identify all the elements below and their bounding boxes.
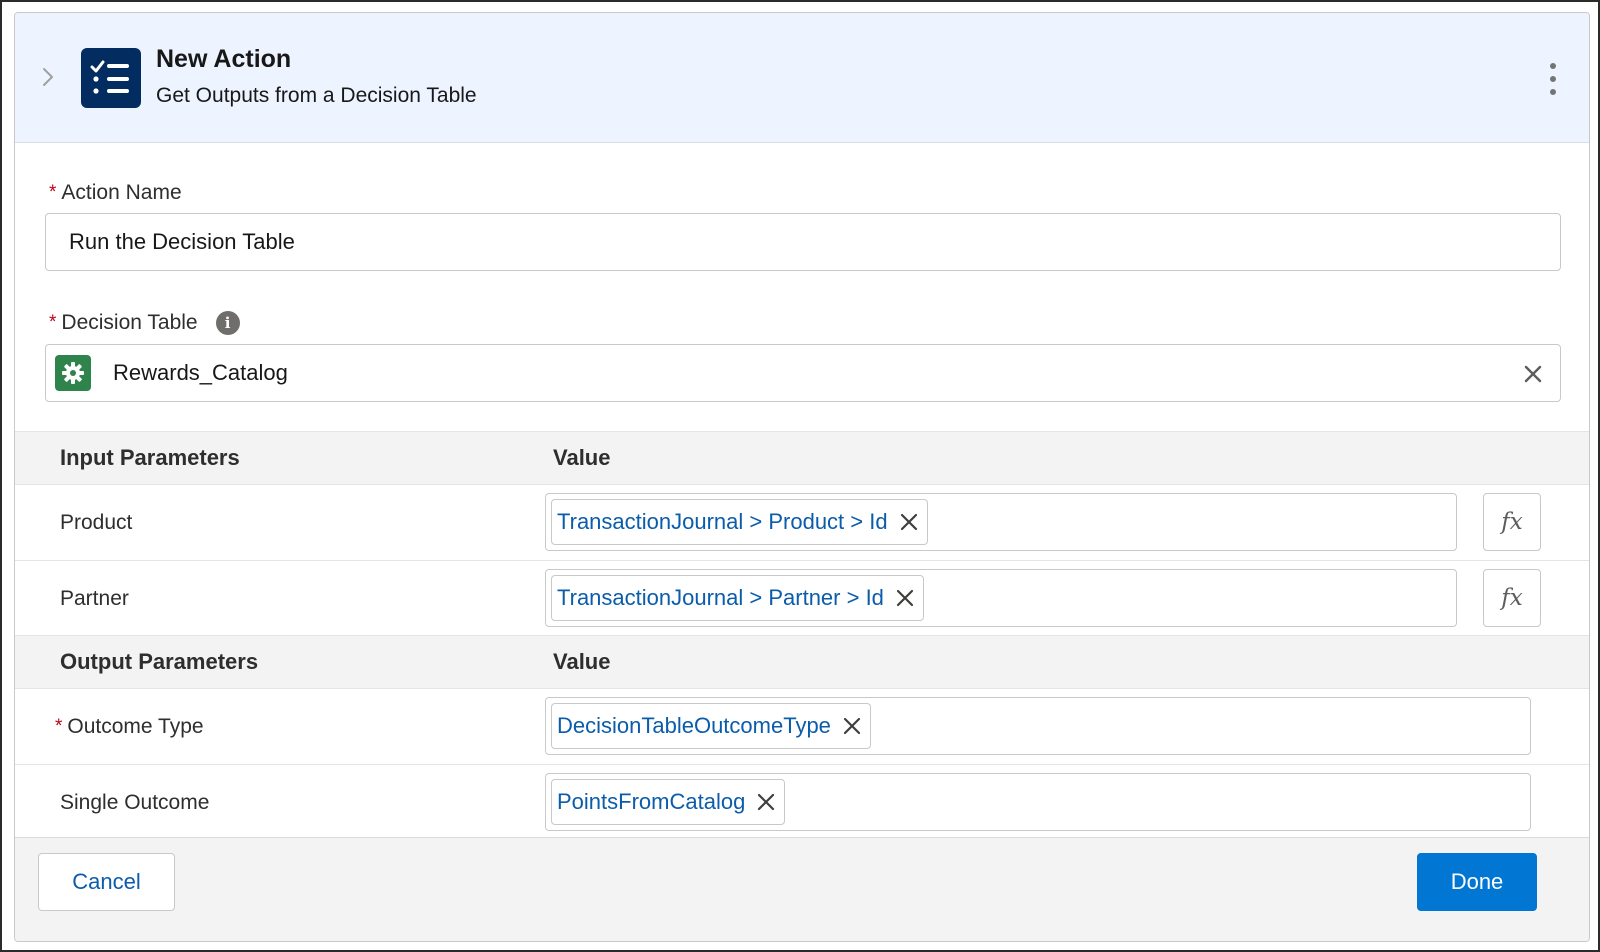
output-parameters-header: Output Parameters Value [15,635,1589,689]
param-label-single-outcome: Single Outcome [60,791,210,814]
decision-table-lookup[interactable]: Rewards_Catalog [45,344,1561,402]
decision-table-label: * Decision Table i [49,311,240,335]
value-pill[interactable]: DecisionTableOutcomeType [551,703,871,749]
param-label-outcome-type: * Outcome Type [55,715,204,738]
outcome-type-value-field[interactable]: DecisionTableOutcomeType [545,697,1531,755]
table-row: Product TransactionJournal > Product > I… [15,485,1589,561]
gear-icon [55,355,91,391]
checklist-icon [81,48,141,108]
required-marker: * [55,716,63,737]
panel-header: New Action Get Outputs from a Decision T… [15,13,1589,143]
table-row: * Outcome Type DecisionTableOutcomeType [15,689,1589,765]
clear-icon[interactable] [1520,361,1546,387]
partner-value-field[interactable]: TransactionJournal > Partner > Id [545,569,1457,627]
remove-icon[interactable] [756,792,776,812]
decision-table-value: Rewards_Catalog [113,360,288,385]
remove-icon[interactable] [842,716,862,736]
panel-footer: Cancel Done [15,837,1589,941]
more-options-icon[interactable] [1543,63,1563,95]
action-name-label: * Action Name [49,181,182,204]
value-pill[interactable]: PointsFromCatalog [551,779,786,825]
product-value-field[interactable]: TransactionJournal > Product > Id [545,493,1457,551]
action-panel: New Action Get Outputs from a Decision T… [14,12,1590,942]
cancel-button[interactable]: Cancel [38,853,175,911]
formula-button[interactable]: fx [1483,569,1541,627]
panel-subtitle: Get Outputs from a Decision Table [156,84,477,107]
input-parameters-header: Input Parameters Value [15,431,1589,485]
done-button[interactable]: Done [1417,853,1537,911]
param-label-partner: Partner [60,587,129,610]
chevron-right-icon[interactable] [37,65,59,89]
info-icon[interactable]: i [215,311,240,335]
remove-icon[interactable] [899,512,919,532]
single-outcome-value-field[interactable]: PointsFromCatalog [545,773,1531,831]
required-marker: * [49,312,57,333]
panel-title: New Action [156,45,292,73]
table-row: Partner TransactionJournal > Partner > I… [15,561,1589,637]
required-marker: * [49,182,57,203]
value-pill[interactable]: TransactionJournal > Product > Id [551,499,928,545]
window-frame: New Action Get Outputs from a Decision T… [0,0,1600,952]
remove-icon[interactable] [895,588,915,608]
value-pill[interactable]: TransactionJournal > Partner > Id [551,575,924,621]
param-label-product: Product [60,511,133,534]
table-row: Single Outcome PointsFromCatalog [15,765,1589,841]
action-name-input[interactable]: Run the Decision Table [45,213,1561,271]
formula-button[interactable]: fx [1483,493,1541,551]
